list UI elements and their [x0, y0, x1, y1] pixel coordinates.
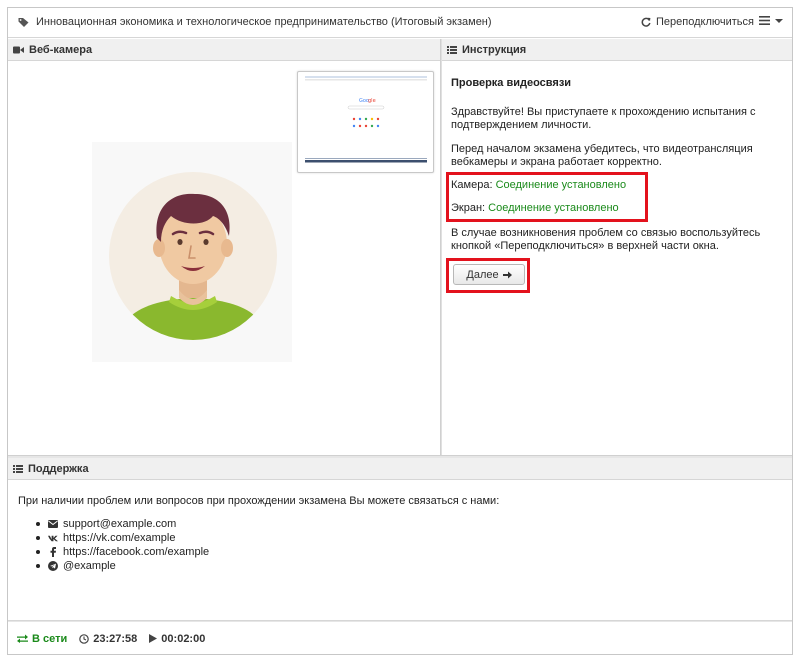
reconnect-label: Переподключиться: [656, 16, 754, 28]
contact-vk[interactable]: https://vk.com/example: [36, 531, 209, 545]
status-bar: В сети 23:27:58 00:02:00: [8, 623, 792, 654]
bullet: [36, 550, 40, 554]
instructions-panel-title: Инструкция: [462, 43, 527, 56]
arrow-right-icon: [502, 271, 512, 278]
instructions-check-text: Перед началом экзамена убедитесь, что ви…: [451, 143, 753, 168]
webcam-panel-header: Веб-камера: [8, 39, 440, 61]
camera-status-value: Соединение установлено: [495, 179, 627, 191]
user-avatar-image: [109, 172, 277, 340]
list-icon: [447, 45, 457, 54]
instructions-help-text: В случае возникновения проблем со связью…: [451, 227, 761, 252]
envelope-icon: [48, 520, 58, 528]
contact-facebook[interactable]: https://facebook.com/example: [36, 545, 209, 559]
contact-email-text: support@example.com: [63, 518, 177, 530]
clock: 23:27:58: [79, 633, 137, 645]
screen-status-line: Экран: Соединение установлено: [451, 202, 619, 214]
telegram-icon: [48, 561, 58, 571]
caret-down-icon: [775, 19, 783, 23]
menu-toggle[interactable]: [759, 16, 784, 25]
list-icon: [13, 464, 23, 473]
vk-icon: [48, 535, 58, 541]
screen-status-label: Экран:: [451, 202, 486, 214]
instructions-greeting: Здравствуйте! Вы приступаете к прохожден…: [451, 106, 756, 131]
screen-status-value: Соединение установлено: [488, 202, 619, 214]
bullet: [36, 564, 40, 568]
contact-facebook-text: https://facebook.com/example: [63, 546, 210, 558]
contact-telegram-text: @example: [63, 560, 116, 572]
exam-title: Инновационная экономика и технологическо…: [18, 16, 492, 28]
contact-email[interactable]: support@example.com: [36, 517, 209, 531]
top-bar: Инновационная экономика и технологическо…: [8, 8, 792, 38]
video-camera-icon: [13, 46, 24, 53]
contact-telegram[interactable]: @example: [36, 559, 209, 573]
clock-icon: [79, 633, 90, 644]
support-panel-header: Поддержка: [8, 458, 792, 480]
support-panel-title: Поддержка: [28, 462, 89, 475]
clock-text: 23:27:58: [93, 632, 138, 645]
footer-divider: [8, 620, 792, 622]
bullet: [36, 522, 40, 526]
support-body: При наличии проблем или вопросов при про…: [8, 480, 792, 620]
support-contacts-list: support@example.com https://vk.com/examp…: [36, 517, 209, 573]
webcam-view: Goo gle: [8, 62, 440, 455]
hamburger-icon: [759, 16, 770, 25]
exam-window: Инновационная экономика и технологическо…: [7, 7, 793, 655]
support-intro: При наличии проблем или вопросов при про…: [18, 495, 500, 507]
next-button[interactable]: Далее: [453, 264, 525, 285]
instructions-panel-header: Инструкция: [442, 39, 792, 61]
connection-status: В сети: [17, 633, 67, 645]
next-button-label: Далее: [466, 268, 499, 281]
exam-title-text: Инновационная экономика и технологическо…: [36, 16, 492, 28]
elapsed-timer-text: 00:02:00: [161, 632, 206, 645]
camera-status-line: Камера: Соединение установлено: [451, 179, 626, 191]
exchange-icon: [17, 634, 28, 643]
elapsed-timer: 00:02:00: [149, 633, 205, 645]
refresh-icon: [641, 17, 651, 27]
webcam-panel-title: Веб-камера: [29, 43, 93, 56]
svg-text:gle: gle: [368, 98, 376, 104]
screen-preview-image: Goo gle: [305, 76, 427, 163]
play-icon: [149, 634, 158, 643]
bullet: [36, 536, 40, 540]
instructions-body: Проверка видеосвязи Здравствуйте! Вы при…: [442, 62, 792, 455]
instructions-heading: Проверка видеосвязи: [451, 77, 572, 89]
tags-icon: [18, 17, 29, 27]
facebook-icon: [50, 547, 56, 557]
contact-vk-text: https://vk.com/example: [63, 532, 176, 544]
screen-share-thumbnail: Goo gle: [297, 71, 434, 173]
camera-status-label: Камера:: [451, 179, 493, 191]
reconnect-button[interactable]: Переподключиться: [641, 16, 754, 28]
connection-status-text: В сети: [32, 632, 68, 645]
